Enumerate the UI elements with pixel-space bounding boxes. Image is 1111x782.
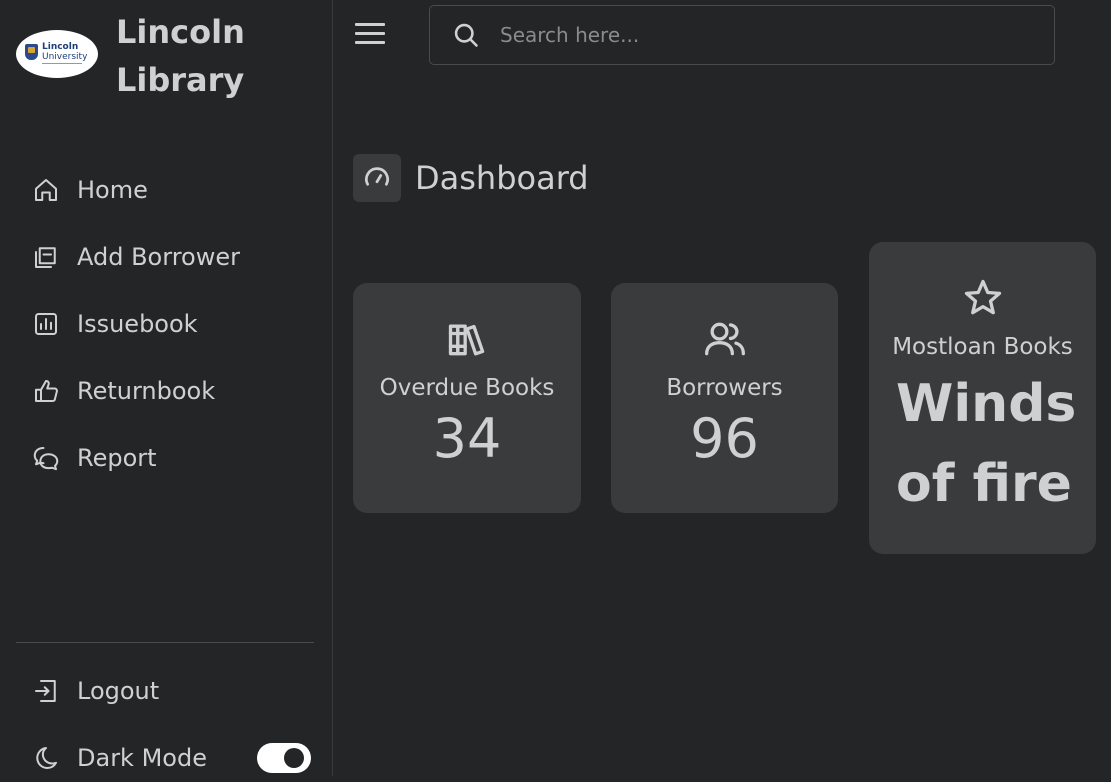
toggle-knob	[284, 748, 304, 768]
logout-label: Logout	[77, 677, 160, 705]
books-icon	[353, 317, 581, 361]
overdue-books-card[interactable]: Overdue Books 34	[353, 283, 581, 513]
moon-icon	[30, 742, 62, 774]
sidebar-item-label: Home	[77, 176, 148, 204]
chat-bubbles-icon	[30, 442, 62, 474]
card-label: Overdue Books	[379, 375, 555, 401]
sidebar-item-label: Add Borrower	[77, 243, 240, 271]
sidebar-item-home[interactable]: Home	[30, 166, 240, 214]
card-value: 34	[432, 407, 502, 470]
users-icon	[611, 317, 838, 361]
files-icon	[30, 241, 62, 273]
hamburger-line	[355, 32, 385, 35]
page-title: Dashboard	[353, 154, 589, 202]
card-value: Winds of fire	[896, 374, 1077, 514]
sidebar-item-label: Report	[77, 444, 157, 472]
card-value: 96	[690, 407, 759, 470]
dashboard-title: Dashboard	[415, 159, 589, 197]
sidebar-menu: Home Add Borrower Issuebook Returnbook R…	[30, 166, 240, 501]
logo-text-line1: Lincoln	[42, 42, 79, 52]
dark-mode-label: Dark Mode	[77, 744, 207, 772]
hamburger-line	[355, 41, 385, 44]
thumbs-up-icon	[30, 375, 62, 407]
card-label: Mostloan Books	[892, 334, 1073, 360]
sidebar-item-label: Issuebook	[77, 310, 198, 338]
search-icon[interactable]	[452, 21, 480, 49]
university-logo: Lincoln University	[16, 30, 98, 78]
search-input[interactable]	[498, 14, 1054, 56]
logo-underline	[42, 63, 82, 64]
home-icon	[30, 174, 62, 206]
sidebar-item-returnbook[interactable]: Returnbook	[30, 367, 240, 415]
sidebar-item-report[interactable]: Report	[30, 434, 240, 482]
speedometer-icon	[353, 154, 401, 202]
bar-chart-icon	[30, 308, 62, 340]
logout-icon	[30, 675, 62, 707]
borrowers-card[interactable]: Borrowers 96	[611, 283, 838, 513]
menu-toggle-button[interactable]	[355, 23, 387, 49]
dark-mode-row: Dark Mode	[30, 734, 207, 782]
sidebar-item-issuebook[interactable]: Issuebook	[30, 300, 240, 348]
hamburger-line	[355, 23, 385, 26]
crest-icon	[25, 44, 38, 60]
search-bar	[429, 5, 1055, 65]
logo-text-line2: University	[42, 52, 88, 62]
star-icon	[869, 276, 1096, 320]
sidebar-divider	[16, 642, 314, 643]
logout-button[interactable]: Logout	[30, 667, 159, 715]
sidebar-item-add-borrower[interactable]: Add Borrower	[30, 233, 240, 281]
brand-name: Lincoln Library	[116, 13, 245, 99]
card-label: Borrowers	[666, 375, 783, 401]
mostloan-books-card[interactable]: Mostloan Books Winds of fire	[869, 242, 1096, 554]
sidebar: Lincoln University Lincoln Library Home …	[0, 0, 333, 776]
sidebar-item-label: Returnbook	[77, 377, 216, 405]
dark-mode-toggle[interactable]	[257, 743, 311, 773]
brand[interactable]: Lincoln University Lincoln Library	[16, 8, 276, 104]
